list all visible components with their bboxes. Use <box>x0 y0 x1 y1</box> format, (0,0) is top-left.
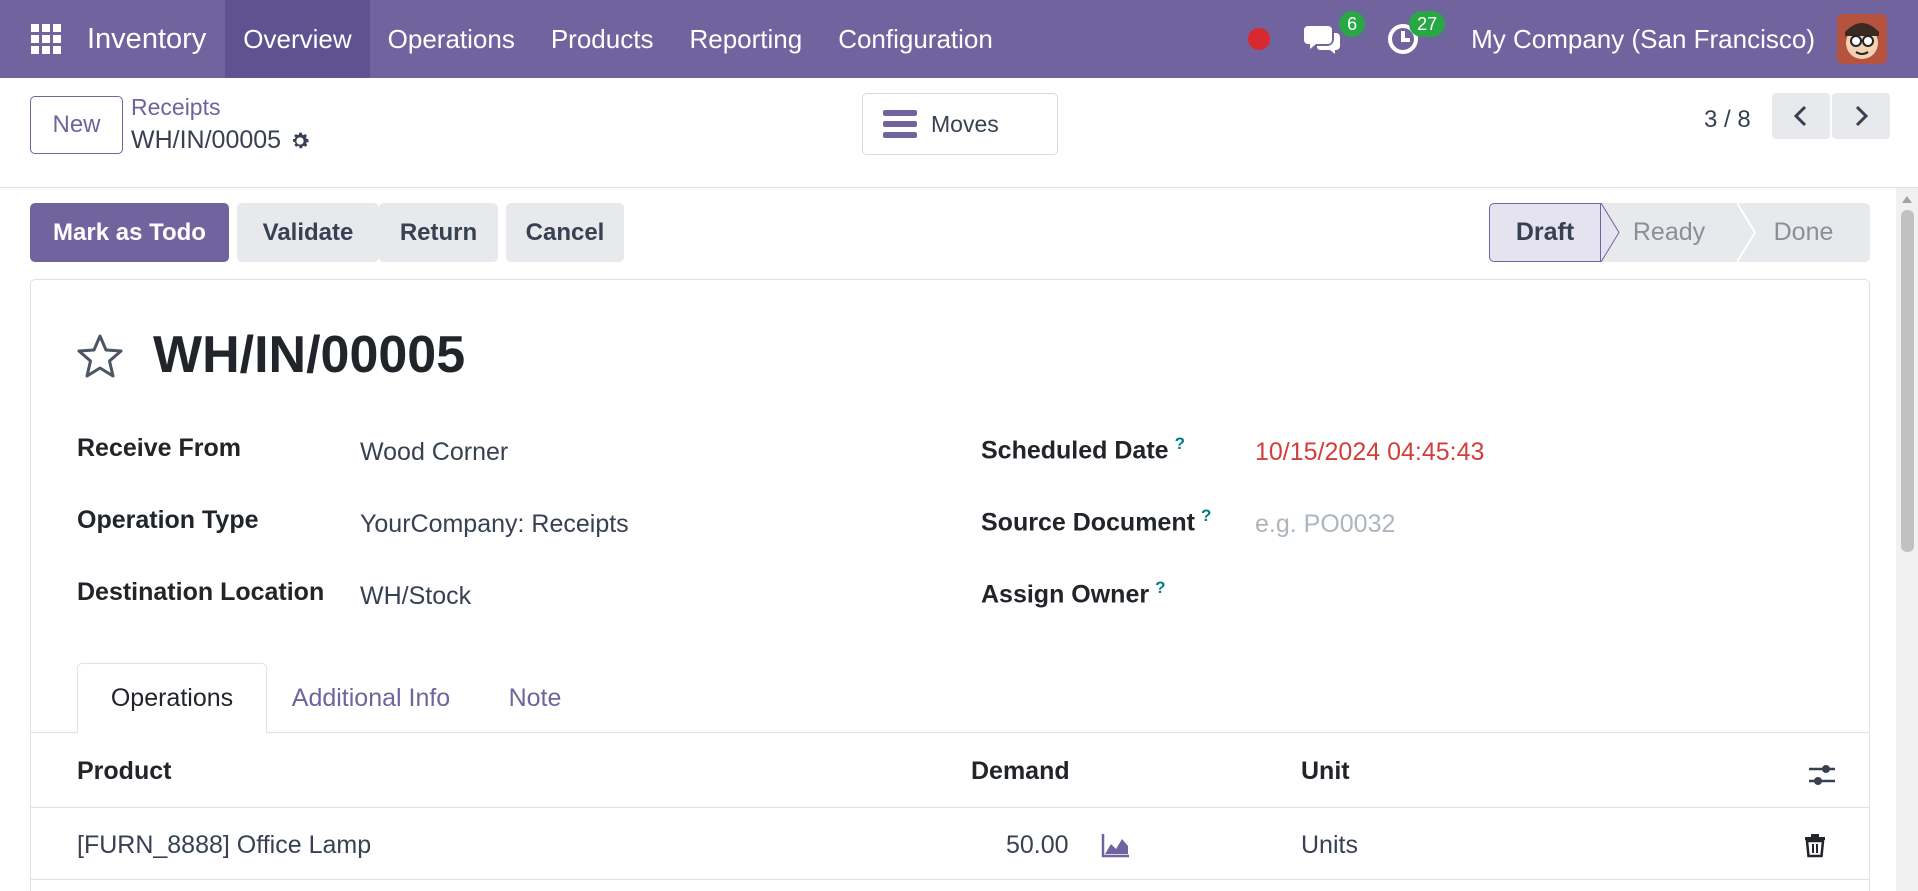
activities-clock-icon[interactable]: 27 <box>1383 11 1446 59</box>
table-row-divider <box>31 879 1869 880</box>
stage-draft[interactable]: Draft <box>1489 203 1601 262</box>
apps-grid-icon[interactable] <box>31 0 79 78</box>
assign-owner-field[interactable] <box>1255 582 1755 612</box>
scheduled-date-label: Scheduled Date? <box>981 434 1185 465</box>
help-tooltip-icon[interactable]: ? <box>1201 506 1211 525</box>
chevron-left-icon <box>1793 105 1807 127</box>
record-title: WH/IN/00005 <box>153 326 466 384</box>
destination-location-field[interactable]: WH/Stock <box>360 582 471 611</box>
menu-operations[interactable]: Operations <box>370 0 533 78</box>
breadcrumb-current-label: WH/IN/00005 <box>131 126 282 154</box>
new-button[interactable]: New <box>30 96 123 154</box>
pager-next-button[interactable] <box>1832 93 1890 139</box>
demand-cell[interactable]: 50.00 <box>1006 831 1069 860</box>
table-header-divider <box>31 807 1869 808</box>
receive-from-label: Receive From <box>77 434 241 462</box>
messages-icon[interactable]: 6 <box>1303 11 1366 59</box>
source-document-field[interactable]: e.g. PO0032 <box>1255 510 1395 539</box>
bars-icon <box>883 110 917 138</box>
menu-configuration[interactable]: Configuration <box>820 0 1011 78</box>
optional-columns-toggle-icon[interactable] <box>1807 761 1837 789</box>
tab-additional-info[interactable]: Additional Info <box>267 663 475 734</box>
unit-cell[interactable]: Units <box>1301 831 1358 860</box>
scroll-up-arrow-icon[interactable] <box>1901 194 1913 204</box>
operation-type-field[interactable]: YourCompany: Receipts <box>360 510 629 539</box>
pager-previous-button[interactable] <box>1772 93 1830 139</box>
stage-ready-label: Ready <box>1632 218 1706 246</box>
menu-reporting[interactable]: Reporting <box>671 0 820 78</box>
page-scrollbar[interactable] <box>1896 188 1918 891</box>
activities-count-badge: 27 <box>1409 11 1446 37</box>
forecast-chart-icon[interactable] <box>1101 832 1131 858</box>
help-tooltip-icon[interactable]: ? <box>1155 578 1165 597</box>
moves-smart-button[interactable]: Moves <box>862 93 1058 155</box>
notebook-tabs: Operations Additional Info Note <box>31 663 1869 734</box>
return-button[interactable]: Return <box>379 203 498 262</box>
control-panel: New Receipts WH/IN/00005 Moves 3 / 8 <box>0 78 1918 188</box>
company-switcher[interactable]: My Company (San Francisco) <box>1471 24 1815 55</box>
breadcrumb-current: WH/IN/00005 <box>131 126 311 155</box>
scheduled-date-field[interactable]: 10/15/2024 04:45:43 <box>1255 438 1484 467</box>
stage-ready[interactable]: Ready <box>1601 203 1737 262</box>
column-header-demand[interactable]: Demand <box>971 757 1070 786</box>
star-icon[interactable] <box>75 332 125 382</box>
column-header-unit[interactable]: Unit <box>1301 757 1350 786</box>
column-header-product[interactable]: Product <box>77 757 171 786</box>
mark-as-todo-button[interactable]: Mark as Todo <box>30 203 229 262</box>
validate-button[interactable]: Validate <box>237 203 379 262</box>
assign-owner-label-text: Assign Owner <box>981 580 1150 609</box>
assign-owner-label: Assign Owner? <box>981 578 1165 609</box>
chevron-right-icon <box>1855 105 1869 127</box>
tab-note[interactable]: Note <box>475 663 595 734</box>
gear-icon[interactable] <box>289 130 311 152</box>
form-sheet: WH/IN/00005 Receive From Wood Corner Ope… <box>30 279 1870 891</box>
help-tooltip-icon[interactable]: ? <box>1175 434 1185 453</box>
operation-type-label: Operation Type <box>77 506 259 534</box>
status-bar: Draft Ready Done <box>1489 203 1870 262</box>
source-document-label-text: Source Document <box>981 508 1195 537</box>
moves-label: Moves <box>931 110 999 137</box>
source-document-label: Source Document? <box>981 506 1211 537</box>
menu-overview[interactable]: Overview <box>225 0 370 78</box>
scheduled-date-label-text: Scheduled Date <box>981 436 1169 465</box>
tab-operations[interactable]: Operations <box>77 663 267 734</box>
destination-location-label: Destination Location <box>77 578 325 606</box>
user-avatar[interactable] <box>1837 14 1887 64</box>
stage-done-label: Done <box>1773 218 1834 246</box>
messages-count-badge: 6 <box>1339 11 1366 37</box>
breadcrumb-receipts[interactable]: Receipts <box>131 94 220 121</box>
pager-value[interactable]: 3 / 8 <box>1704 106 1751 134</box>
recording-indicator-icon[interactable] <box>1248 28 1271 50</box>
receive-from-field[interactable]: Wood Corner <box>360 438 508 467</box>
cancel-button[interactable]: Cancel <box>506 203 624 262</box>
scrollbar-thumb[interactable] <box>1901 210 1914 552</box>
stage-done[interactable]: Done <box>1737 203 1870 262</box>
app-name[interactable]: Inventory <box>87 23 206 56</box>
trash-icon[interactable] <box>1804 832 1826 858</box>
menu-products[interactable]: Products <box>533 0 672 78</box>
top-navbar: Inventory Overview Operations Products R… <box>0 0 1918 78</box>
product-cell[interactable]: [FURN_8888] Office Lamp <box>77 831 371 860</box>
